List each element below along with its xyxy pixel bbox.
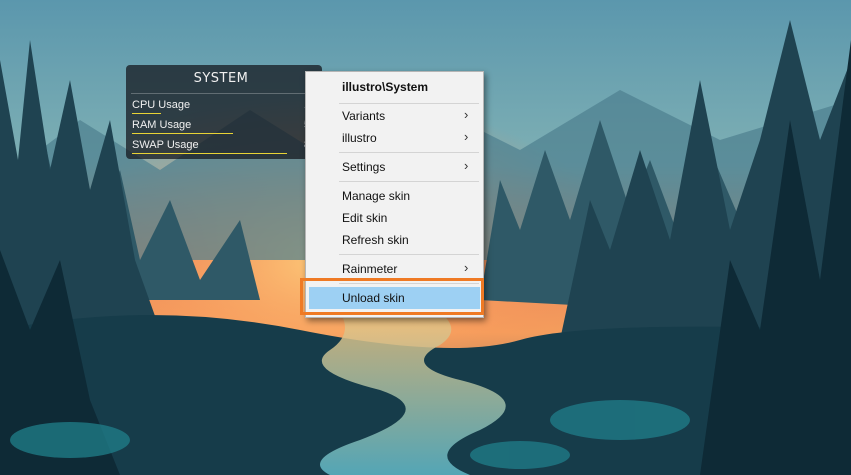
cpu-usage-label: CPU Usage [132, 99, 191, 111]
ram-usage-label: RAM Usage [132, 119, 192, 131]
skin-title-divider [131, 93, 311, 94]
menu-item-variants[interactable]: Variants › [309, 105, 480, 127]
swap-usage-row: SWAP Usage 86 [132, 138, 318, 156]
menu-item-label: Manage skin [342, 189, 411, 203]
chevron-right-icon: › [464, 107, 469, 122]
menu-item-label: illustro [342, 131, 377, 145]
chevron-right-icon: › [464, 158, 469, 173]
menu-item-manage-skin[interactable]: Manage skin [309, 185, 480, 207]
menu-item-edit-skin[interactable]: Edit skin [309, 207, 480, 229]
menu-item-illustro[interactable]: illustro › [309, 127, 480, 149]
menu-separator [339, 103, 479, 104]
menu-title-label: illustro\System [342, 80, 429, 94]
menu-item-settings[interactable]: Settings › [309, 156, 480, 178]
menu-item-unload-skin[interactable]: Unload skin [309, 287, 480, 309]
swap-usage-label: SWAP Usage [132, 139, 199, 151]
menu-item-refresh-skin[interactable]: Refresh skin [309, 229, 480, 251]
menu-item-label: Settings [342, 160, 386, 174]
menu-separator [339, 152, 479, 153]
system-skin-widget[interactable]: SYSTEM CPU Usage 16 RAM Usage 56 SWAP Us… [126, 65, 322, 159]
menu-title-skin-name[interactable]: illustro\System [309, 76, 480, 98]
menu-item-label: Unload skin [342, 291, 405, 305]
chevron-right-icon: › [464, 260, 469, 275]
menu-item-label: Variants [342, 109, 386, 123]
menu-item-label: Refresh skin [342, 233, 409, 247]
menu-separator [339, 283, 479, 284]
ram-usage-bar [132, 133, 233, 134]
skin-context-menu: illustro\System Variants › illustro › Se… [305, 71, 484, 318]
menu-item-label: Edit skin [342, 211, 388, 225]
menu-separator [339, 254, 479, 255]
cpu-usage-bar [132, 113, 161, 114]
swap-usage-bar [132, 153, 287, 154]
cpu-usage-row: CPU Usage 16 [132, 98, 318, 116]
ram-usage-row: RAM Usage 56 [132, 118, 318, 136]
skin-title: SYSTEM [193, 71, 249, 86]
menu-item-rainmeter[interactable]: Rainmeter › [309, 258, 480, 280]
menu-item-label: Rainmeter [342, 262, 398, 276]
menu-separator [339, 181, 479, 182]
chevron-right-icon: › [464, 129, 469, 144]
